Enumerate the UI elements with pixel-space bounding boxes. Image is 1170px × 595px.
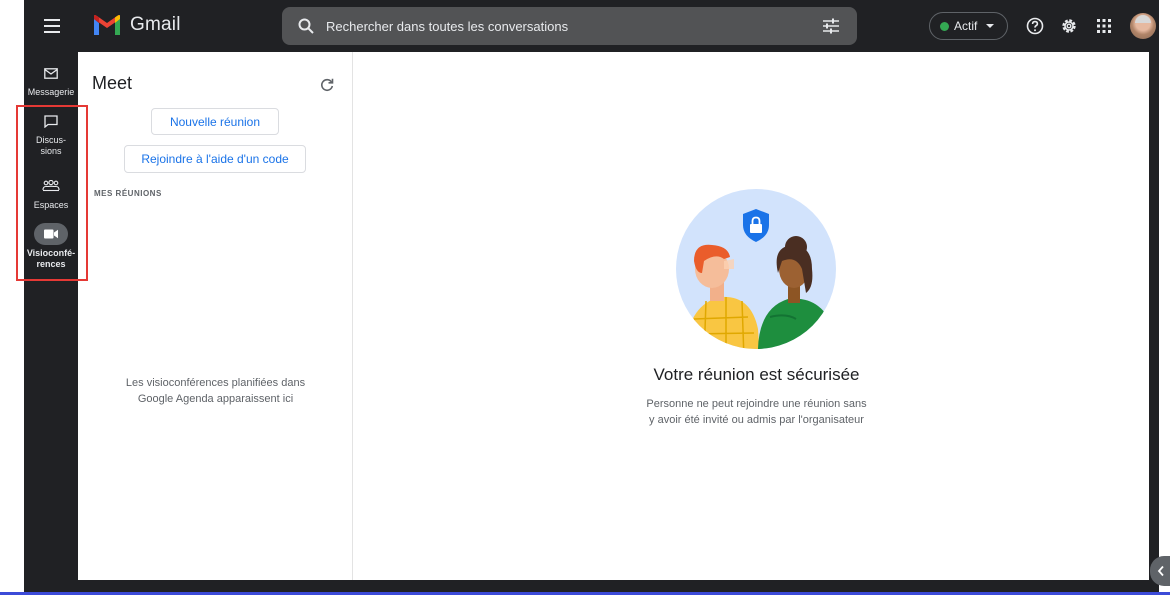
page-margin-left bbox=[0, 0, 24, 595]
main-description: Personne ne peut rejoindre une réunion s… bbox=[646, 398, 867, 426]
search-bar[interactable] bbox=[282, 7, 857, 45]
gmail-m-icon bbox=[94, 15, 120, 35]
side-panel-toggle-button[interactable] bbox=[1150, 556, 1170, 586]
secure-meeting-illustration bbox=[676, 189, 836, 349]
search-icon[interactable] bbox=[286, 7, 326, 45]
mail-icon bbox=[44, 67, 58, 79]
main-menu-button[interactable] bbox=[38, 12, 66, 40]
empty-state-text: Les visioconférences planifiées dans Goo… bbox=[125, 377, 306, 405]
red-highlight-box bbox=[16, 105, 88, 281]
chevron-left-icon bbox=[1157, 565, 1164, 577]
help-icon[interactable] bbox=[1022, 13, 1048, 39]
settings-gear-icon[interactable] bbox=[1056, 13, 1082, 39]
gmail-window: Gmail Actif bbox=[24, 0, 1159, 595]
page-margin-right bbox=[1159, 0, 1170, 595]
meet-panel: Meet Nouvelle réunion Rejoindre à l'aide… bbox=[78, 52, 353, 580]
rail-item-mail[interactable]: Messagerie bbox=[24, 62, 78, 98]
status-label: Actif bbox=[954, 19, 978, 33]
join-with-code-button[interactable]: Rejoindre à l'aide d'un code bbox=[124, 145, 306, 173]
section-heading: MES RÉUNIONS bbox=[94, 189, 162, 198]
account-avatar[interactable] bbox=[1130, 13, 1156, 39]
menu-icon-bar bbox=[44, 31, 60, 33]
status-active-dot bbox=[940, 21, 949, 31]
menu-icon-bar bbox=[44, 25, 60, 27]
chevron-down-icon bbox=[986, 24, 995, 28]
apps-grid-icon[interactable] bbox=[1091, 13, 1117, 39]
search-options-icon[interactable] bbox=[811, 7, 851, 45]
rail-label: Messagerie bbox=[27, 87, 75, 97]
content-card: Meet Nouvelle réunion Rejoindre à l'aide… bbox=[78, 52, 1149, 580]
rail-pill bbox=[34, 62, 68, 84]
top-bar: Gmail Actif bbox=[24, 0, 1159, 52]
main-title: Votre réunion est sécurisée bbox=[653, 365, 860, 384]
meet-main-pane: Votre réunion est sécurisée Personne ne … bbox=[354, 52, 1149, 580]
search-input[interactable] bbox=[326, 18, 811, 34]
refresh-icon[interactable] bbox=[319, 77, 335, 93]
gmail-logo[interactable]: Gmail bbox=[94, 14, 181, 36]
panel-title: Meet bbox=[92, 73, 133, 93]
status-dropdown[interactable]: Actif bbox=[929, 12, 1008, 40]
app-name: Gmail bbox=[130, 14, 181, 35]
new-meeting-button[interactable]: Nouvelle réunion bbox=[151, 108, 279, 135]
menu-icon-bar bbox=[44, 19, 60, 21]
